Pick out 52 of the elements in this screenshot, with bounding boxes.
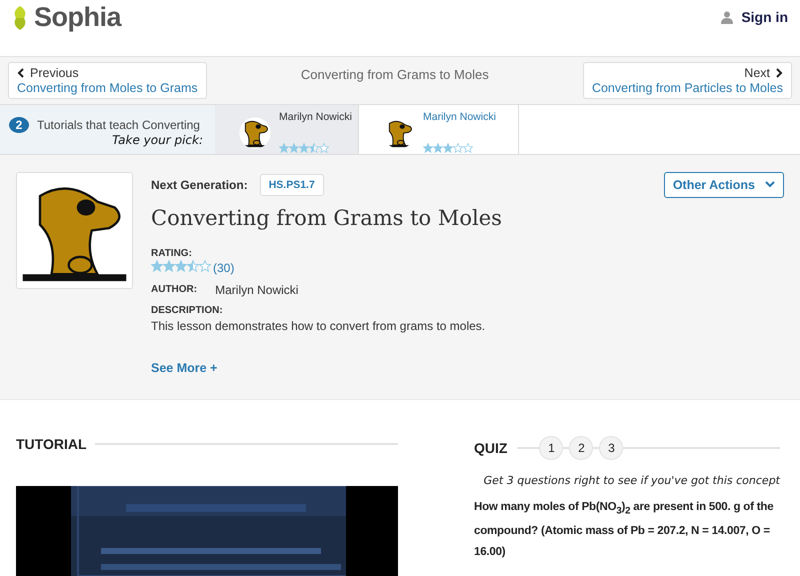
quiz-tagline: Get 3 questions right to see if you've got this concept [482, 474, 780, 487]
quiz-question: How many moles of Pb(NO$_{3}$)$_{2}$ are present in 500. g of the compound? (Atomic mass of Pb = 207.2, N = 14.007, O = 16.00) [474, 500, 774, 560]
lesson-title: Converting from Grams to Moles [151, 206, 503, 230]
previous-lesson-link[interactable]: Converting from Moles to Grams [17, 80, 198, 95]
author-name: Marilyn Nowicki [279, 110, 352, 123]
tagline-text: Take your pick: [112, 132, 203, 147]
sign-in-link[interactable]: Sign in [721, 9, 788, 25]
author-name: Marilyn Nowicki [423, 110, 496, 123]
quiz-heading: QUIZ [474, 440, 508, 456]
rating-label: RATING: [151, 248, 193, 259]
star-icon [187, 260, 199, 272]
logo-text[interactable]: Sophia [34, 2, 122, 33]
star-icon [453, 142, 463, 153]
star-icon [199, 260, 211, 272]
count-badge: 2 [9, 116, 29, 133]
star-icon [463, 142, 473, 153]
star-icon [289, 142, 299, 153]
next-lesson-link[interactable]: Converting from Particles to Moles [592, 80, 783, 95]
strip-text: Tutorials that teach Converting [37, 118, 200, 132]
rating-count[interactable]: (30) [213, 260, 234, 275]
star-icon [163, 260, 175, 272]
star-icon [175, 260, 187, 272]
chevron-down-icon [765, 181, 775, 188]
next-label: Next [744, 66, 770, 80]
star-icon [151, 260, 163, 272]
tutorial-pick[interactable]: Marilyn Nowicki [215, 104, 359, 154]
description-text: This lesson demonstrates how to convert from grams to moles. [151, 318, 486, 333]
next-button[interactable]: Next Converting from Particles to Moles [582, 62, 792, 99]
star-icon [319, 142, 329, 153]
author-label: AUTHOR: [151, 284, 198, 296]
star-icon [423, 142, 433, 153]
tutorial-heading: TUTORIAL [16, 436, 87, 452]
previous-button[interactable]: Previous Converting from Moles to Grams [8, 62, 207, 99]
standard-tag[interactable]: HS.PS1.7 [260, 174, 324, 196]
star-icon [443, 142, 453, 153]
other-actions-button[interactable]: Other Actions [664, 172, 784, 198]
standard-label: Next Generation: [151, 178, 248, 192]
nav-title: Converting from Grams to Moles [300, 67, 489, 82]
user-icon [721, 10, 734, 24]
author-name: Marilyn Nowicki [215, 282, 298, 297]
see-more-link[interactable]: See More + [151, 360, 784, 375]
star-icon [279, 142, 289, 153]
chevron-right-icon [776, 68, 783, 78]
quiz-step[interactable]: 1 [539, 436, 564, 460]
description-label: DESCRIPTION: [151, 304, 224, 316]
chevron-left-icon [17, 68, 24, 78]
star-icon [299, 142, 309, 153]
star-icon [433, 142, 443, 153]
quiz-step[interactable]: 2 [569, 436, 594, 460]
previous-label: Previous [30, 66, 79, 80]
quiz-step[interactable]: 3 [599, 436, 624, 460]
star-icon [309, 142, 319, 153]
